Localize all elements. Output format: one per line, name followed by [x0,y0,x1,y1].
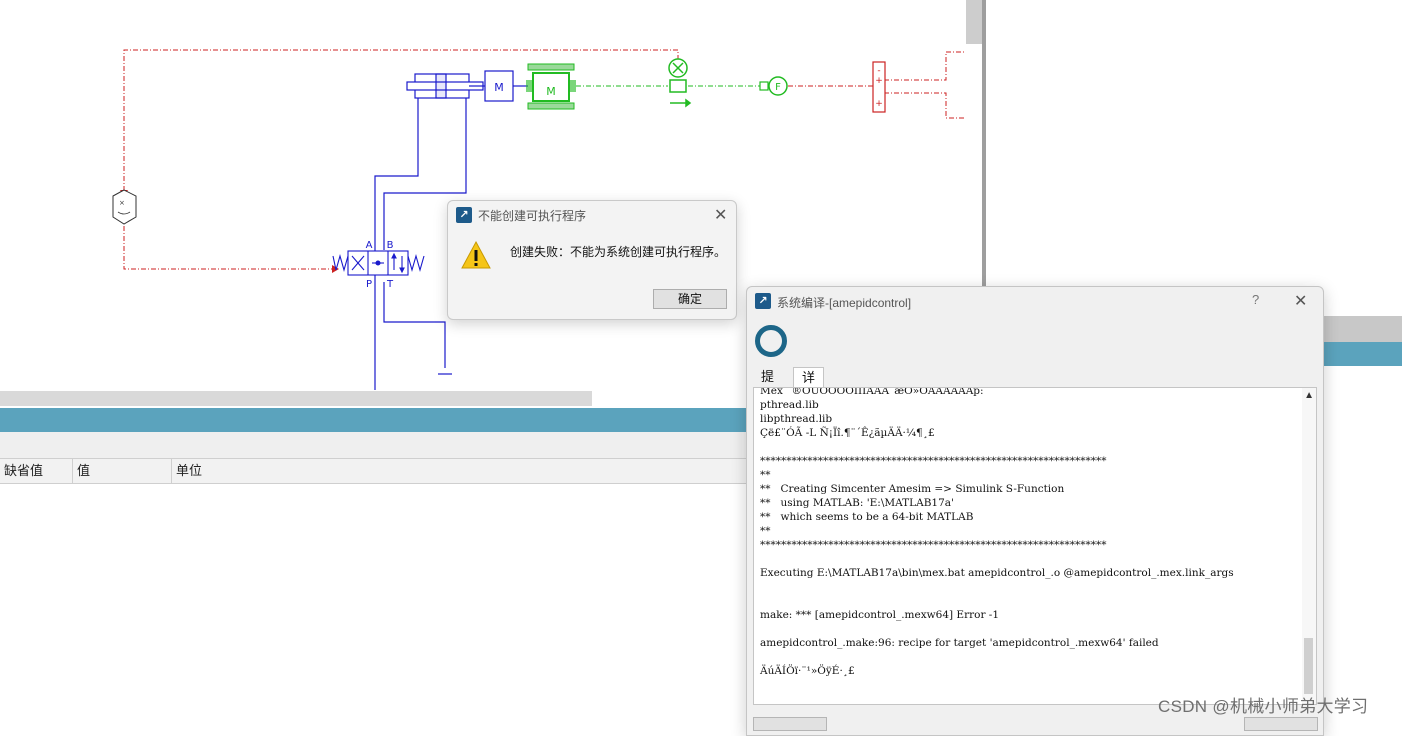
mass-block-icon[interactable]: M [484,70,528,102]
scroll-up-icon[interactable]: ▲ [1304,390,1314,401]
compile-dialog: ↗ 系统编译-[amepidcontrol] ? ✕ 提示 详细 Mex ´®Ó… [746,286,1324,736]
amesim-app-icon: ↗ [456,207,472,223]
signal-source-icon[interactable]: × [112,189,137,225]
log-line: pthread.lib [760,399,819,411]
log-line: make: *** [amepidcontrol_.mexw64] Error … [760,609,1000,621]
tab-hints[interactable]: 提示 [753,367,782,404]
sum-sign-plus-2: + [875,99,883,109]
compile-log[interactable]: Mex ´®ÓÚÖÖÕÖÎÎÎÄÄÄ´æÖ»ÖÄÃÄÅÃÅp: pthread.… [753,387,1317,705]
log-line: amepidcontrol_.make:96: recipe for targe… [760,637,1159,649]
ok-button[interactable]: 确定 [653,289,727,309]
column-unit[interactable]: 单位 [172,459,760,483]
watermark: CSDN @机械小师弟大学习 [1158,697,1369,716]
warning-icon [461,240,491,269]
error-dialog: ↗ 不能创建可执行程序 ✕ 创建失败：不能为系统创建可执行程序。 确定 [447,200,737,320]
compile-log-text: Mex ´®ÓÚÖÖÕÖÎÎÎÄÄÄ´æÖ»ÖÄÃÄÅÃÅp: pthread.… [760,387,1234,678]
dialog-button-left[interactable] [753,717,827,731]
log-line: ****************************************… [760,455,1107,467]
svg-text:×: × [119,199,125,207]
column-value[interactable]: 值 [73,459,172,483]
horizontal-scrollbar[interactable] [0,391,592,406]
parameter-table-header: 缺省值 值 单位 [0,458,760,484]
scroll-thumb[interactable] [1304,638,1313,694]
help-icon[interactable]: ? [1252,292,1259,307]
log-line: Executing E:\MATLAB17a\bin\mex.bat amepi… [760,567,1234,579]
mass-label: M [494,81,504,94]
log-line: ** [760,469,771,481]
log-line: Çë£¨ÓÃ -L Ñ¡Ïî.¶¨´Ê¿ãµÄÄ·¼¶¸£ [760,427,935,439]
tab-details[interactable]: 详细 [793,367,825,405]
log-line: ****************************************… [760,539,1107,551]
valve-port-b: B [387,240,394,251]
directional-valve-icon[interactable] [332,250,425,276]
force-actuator-icon[interactable]: F [759,76,788,96]
side-panel-titlebar [1320,342,1402,366]
dialog-button-right[interactable] [1244,717,1318,731]
summing-junction-icon[interactable]: - + + [872,61,886,113]
error-message: 创建失败：不能为系统创建可执行程序。 [510,245,727,259]
sum-sign-minus: - [877,66,880,76]
close-icon[interactable]: ✕ [714,205,727,225]
amesim-app-icon: ↗ [755,293,771,309]
svg-text:F: F [775,82,781,93]
progress-spinner-icon [755,325,787,357]
valve-port-a: A [366,240,373,251]
side-panel-header [1320,316,1402,342]
log-line: libpthread.lib [760,413,833,425]
friction-mass-label: M [546,85,556,98]
log-line: ÄúÄÍÖï·¨¹»ÖÿÉ·¸£ [760,665,855,677]
log-line: ** [760,525,771,537]
log-line: Mex ´®ÓÚÖÖÕÖÎÎÎÄÄÄ´æÖ»ÖÄÃÄÅÃÅp: [760,387,984,397]
log-line: ** using MATLAB: 'E:\MATLAB17a' [760,497,954,509]
log-scrollbar[interactable]: ▲ [1302,388,1316,704]
column-default-value[interactable]: 缺省值 [0,459,73,483]
sketch-splitter[interactable] [982,0,986,290]
hydraulic-cylinder-icon[interactable] [406,73,485,99]
valve-port-t: T [386,279,394,290]
valve-port-p: P [366,279,372,290]
log-line: ** Creating Simcenter Amesim => Simulink… [760,483,1065,495]
sketch-vertical-scrollbar[interactable] [966,0,982,44]
displacement-sensor-icon[interactable] [668,58,692,108]
log-line: ** which seems to be a 64-bit MATLAB [760,511,974,523]
sum-sign-plus: + [875,76,883,86]
parameter-panel-toolbar [0,432,760,458]
parameter-panel-titlebar [0,408,760,432]
close-icon[interactable]: ✕ [1294,291,1307,311]
compile-dialog-title: 系统编译-[amepidcontrol] [777,296,912,310]
friction-mass-icon[interactable]: M [526,63,576,110]
error-dialog-title: 不能创建可执行程序 [478,209,587,223]
